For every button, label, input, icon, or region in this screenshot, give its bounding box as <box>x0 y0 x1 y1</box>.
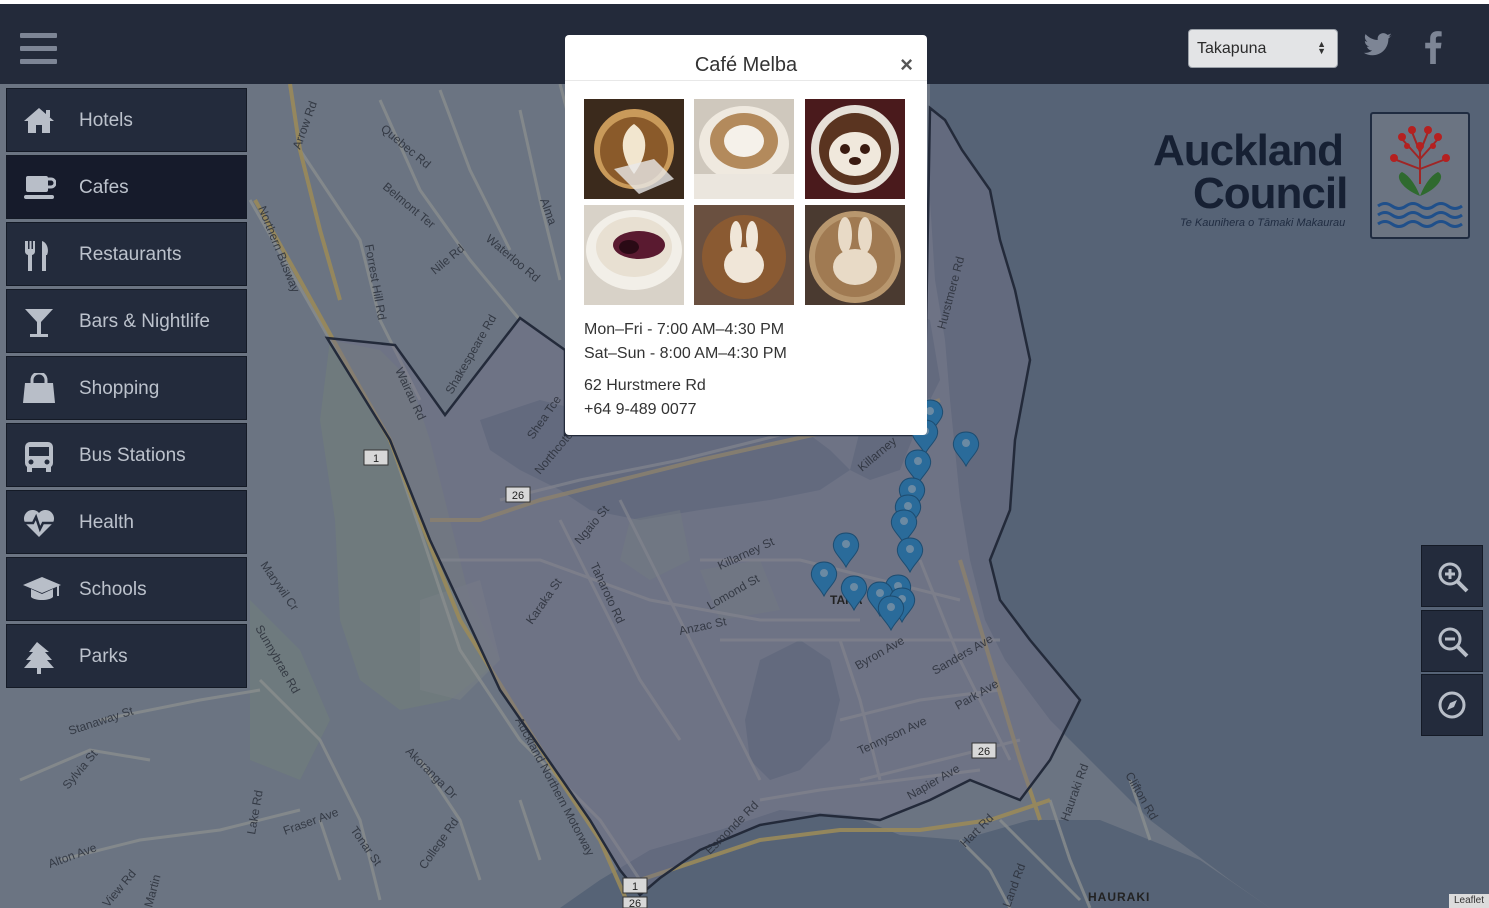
zoom-in-button[interactable] <box>1421 545 1483 607</box>
opening-hours: Mon–Fri - 7:00 AM–4:30 PM Sat–Sun - 8:00… <box>584 318 787 366</box>
svg-text:26: 26 <box>512 490 524 502</box>
hours-weekday: Mon–Fri - 7:00 AM–4:30 PM <box>584 321 785 338</box>
locate-button[interactable] <box>1421 674 1483 736</box>
fork-knife-icon <box>22 239 56 271</box>
sidebar-item-hotels[interactable]: Hotels <box>6 88 247 152</box>
cafe-photo[interactable] <box>694 99 794 199</box>
contact-info: 62 Hurstmere Rd +64 9-489 0077 <box>584 374 706 422</box>
phone-number[interactable]: +64 9-489 0077 <box>584 398 706 422</box>
logo-line2: Council <box>1193 169 1348 218</box>
sidebar-item-label: Bus Stations <box>79 445 186 466</box>
facebook-icon[interactable] <box>1422 30 1454 65</box>
svg-text:TAKA: TAKA <box>830 593 863 607</box>
cafe-photo[interactable] <box>805 99 905 199</box>
pohutukawa-emblem-icon <box>1370 112 1470 239</box>
graduation-cap-icon <box>22 574 61 606</box>
sidebar-item-restaurants[interactable]: Restaurants <box>6 222 247 286</box>
sidebar-item-label: Parks <box>79 646 128 667</box>
cafe-photo[interactable] <box>584 205 684 305</box>
hours-weekend: Sat–Sun - 8:00 AM–4:30 PM <box>584 345 787 362</box>
coffee-cup-icon <box>22 172 57 204</box>
sidebar-item-bars-nightlife[interactable]: Bars & Nightlife <box>6 289 247 353</box>
tree-icon <box>22 641 56 674</box>
cafe-photo[interactable] <box>694 205 794 305</box>
zoom-out-button[interactable] <box>1421 610 1483 672</box>
twitter-icon[interactable] <box>1362 30 1394 64</box>
sidebar-item-bus-stations[interactable]: Bus Stations <box>6 423 247 487</box>
popup-divider <box>565 80 927 81</box>
sidebar-item-parks[interactable]: Parks <box>6 624 247 688</box>
location-select[interactable]: Takapuna ▲ ▼ <box>1188 29 1338 68</box>
sidebar-item-health[interactable]: Health <box>6 490 247 554</box>
address: 62 Hurstmere Rd <box>584 377 706 394</box>
logo-tagline: Te Kaunihera o Tāmaki Makaurau <box>1180 217 1346 229</box>
shopping-bag-icon <box>22 371 56 405</box>
hamburger-menu-icon[interactable] <box>20 33 58 65</box>
sidebar-item-cafes[interactable]: Cafes <box>6 155 247 219</box>
home-icon <box>22 105 56 137</box>
popup-title: Café Melba <box>694 54 798 76</box>
close-icon[interactable]: × <box>900 54 913 76</box>
cafe-info-popup: Café Melba × Mon–Fri - 7:00 AM–4:30 PM S… <box>565 35 927 435</box>
svg-text:1: 1 <box>373 453 379 465</box>
svg-text:26: 26 <box>978 746 990 758</box>
sidebar-item-label: Shopping <box>79 378 160 399</box>
svg-text:HAURAKI: HAURAKI <box>1088 890 1150 904</box>
sidebar-item-label: Restaurants <box>79 244 182 265</box>
heartbeat-icon <box>22 507 56 539</box>
zoom-in-icon <box>1438 562 1469 593</box>
zoom-out-icon <box>1438 627 1469 658</box>
cocktail-glass-icon <box>22 306 56 338</box>
sidebar-item-shopping[interactable]: Shopping <box>6 356 247 420</box>
cafe-photo[interactable] <box>584 99 684 199</box>
leaflet-attribution-link[interactable]: Leaflet <box>1449 894 1489 908</box>
sidebar-item-label: Cafes <box>79 177 129 198</box>
auckland-council-logo: Auckland Council Te Kaunihera o Tāmaki M… <box>1150 110 1472 245</box>
sidebar-item-schools[interactable]: Schools <box>6 557 247 621</box>
sidebar-item-label: Health <box>79 512 134 533</box>
compass-icon <box>1438 691 1466 719</box>
sidebar-item-label: Schools <box>79 579 147 600</box>
sidebar-item-label: Bars & Nightlife <box>79 311 210 332</box>
svg-text:1: 1 <box>632 881 638 893</box>
cafe-photo[interactable] <box>805 205 905 305</box>
logo-line1: Auckland <box>1153 126 1344 175</box>
svg-text:26: 26 <box>629 898 641 908</box>
bus-icon <box>22 440 56 472</box>
sidebar-item-label: Hotels <box>79 110 133 131</box>
category-sidebar: Hotels Cafes Restaurants Bars & Nightlif… <box>6 88 247 691</box>
location-dropdown[interactable]: Takapuna <box>1188 29 1338 68</box>
